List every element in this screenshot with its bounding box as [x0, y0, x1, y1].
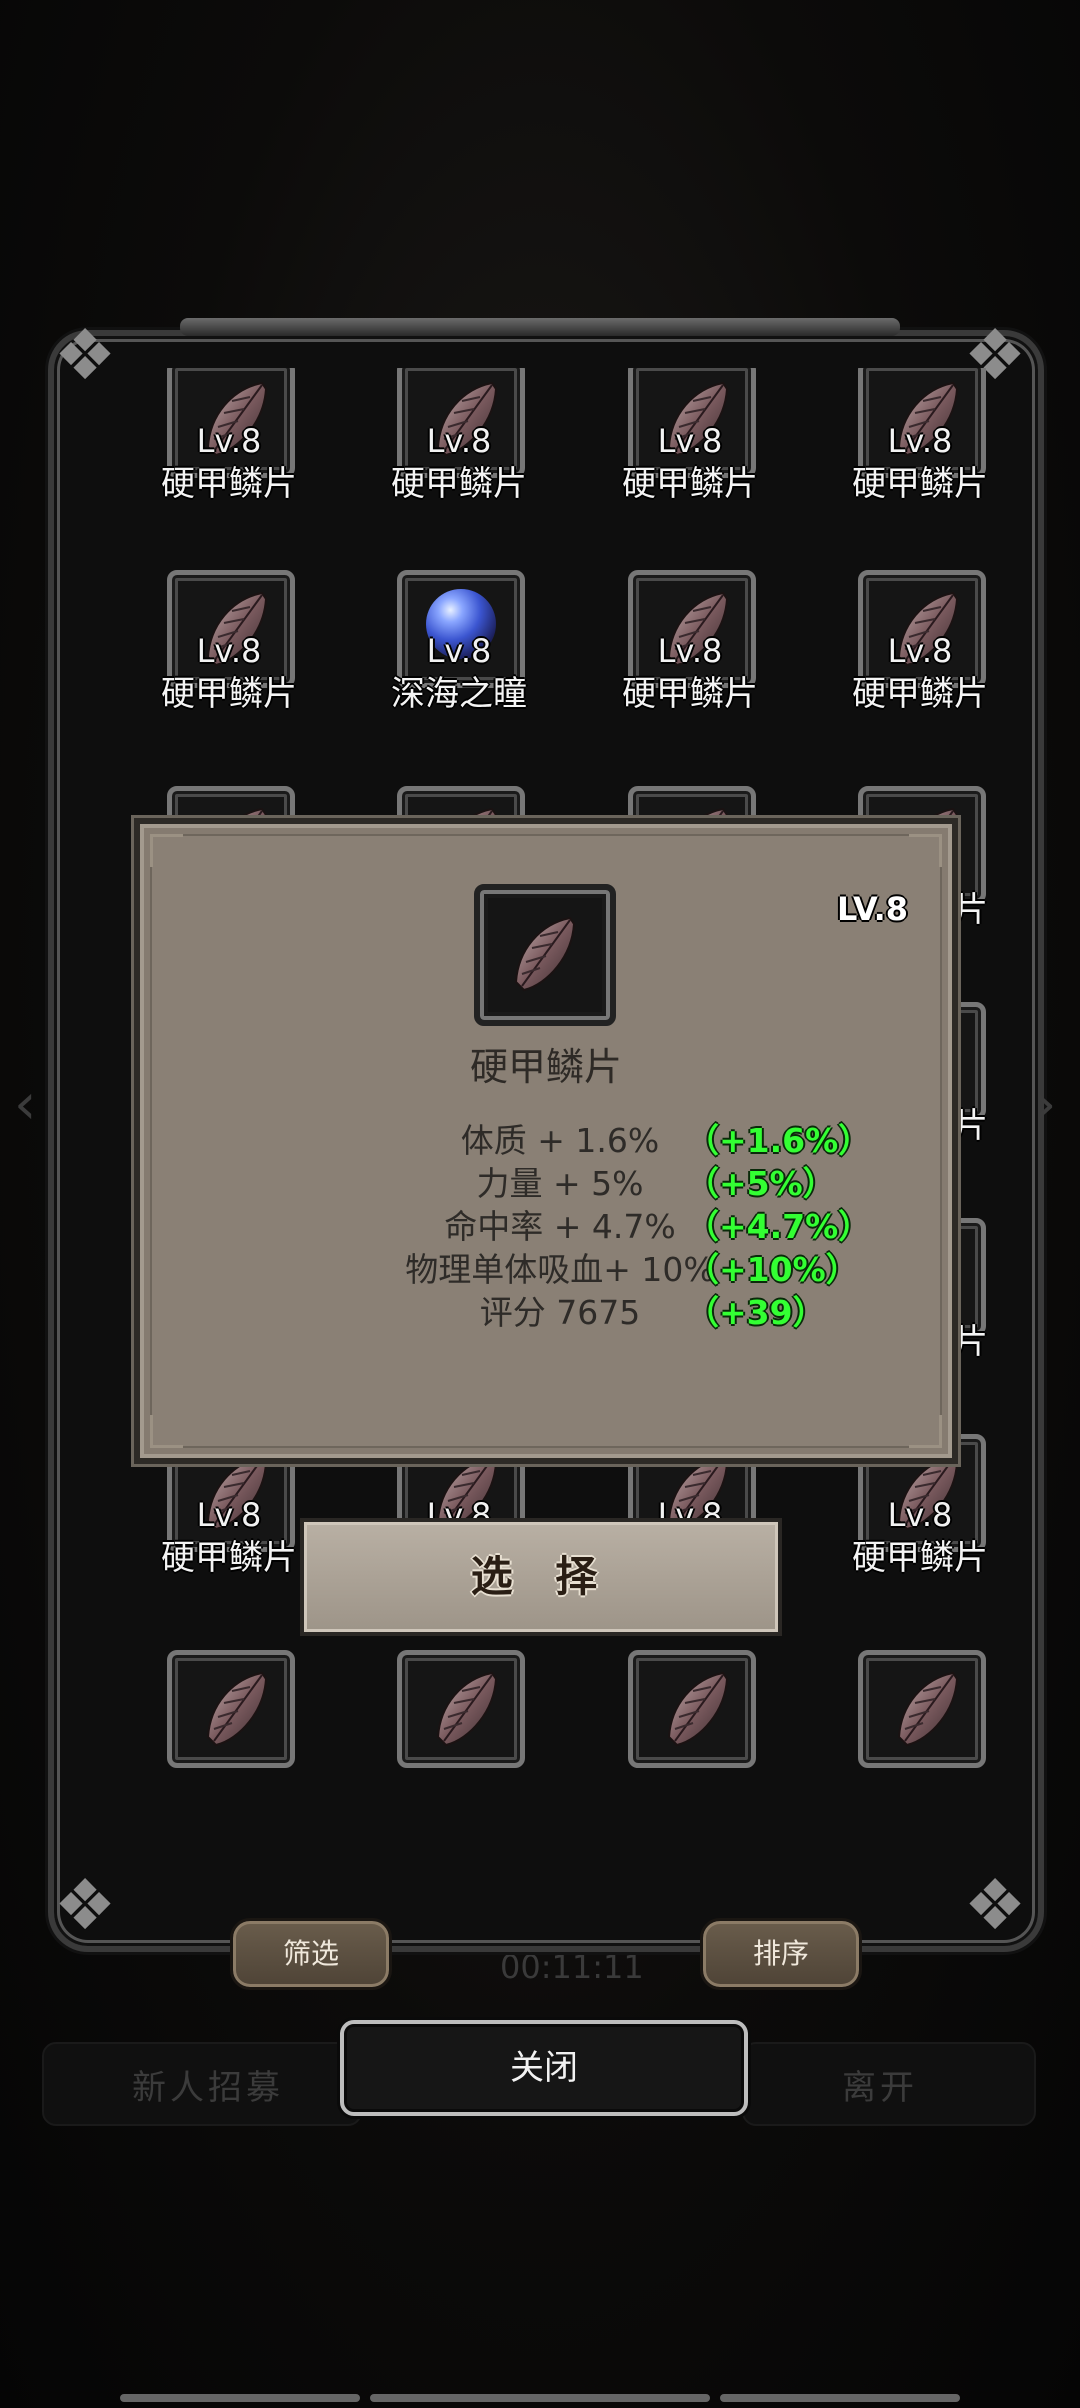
item-slot — [628, 1650, 756, 1768]
popup-item-slot — [474, 884, 616, 1026]
timer-text: 00:11:11 — [500, 1948, 644, 1986]
nav-indicator — [370, 2394, 710, 2402]
item-detail-popup: LV.8 硬甲鳞片 体质 + 1.6% （+1.6%） 力量 + 5% （+5%） 命中… — [134, 818, 958, 1464]
item-level: Lv.8 — [657, 422, 723, 460]
stat-label: 命中率 + 4.7% — [444, 1207, 676, 1246]
stat-row: 评分 7675 （+39） — [140, 1286, 952, 1332]
nav-indicator — [120, 2394, 360, 2402]
stat-row: 力量 + 5% （+5%） — [140, 1157, 952, 1203]
scale-icon — [436, 1671, 498, 1747]
inventory-item[interactable] — [359, 1650, 559, 1800]
item-name: 深海之瞳 — [391, 674, 527, 714]
scale-icon — [206, 1671, 268, 1747]
stat-label: 力量 + 5% — [476, 1164, 644, 1203]
inventory-item[interactable]: Lv.8 硬甲鳞片 — [359, 368, 559, 510]
inventory-item[interactable]: Lv.8 硬甲鳞片 — [129, 570, 329, 720]
stat-row: 物理单体吸血+ 10% （+10%） — [140, 1243, 952, 1289]
popup-corner-ornament — [150, 1415, 183, 1448]
leave-tab-label: 离开 — [842, 2068, 918, 2108]
recruit-tab-label: 新人招募 — [132, 2068, 284, 2108]
inventory-item[interactable] — [820, 1650, 1016, 1800]
inventory-item[interactable]: Lv.8 硬甲鳞片 — [590, 570, 790, 720]
item-level: Lv.8 — [657, 632, 723, 670]
inventory-item[interactable]: Lv.8 深海之瞳 — [359, 570, 559, 720]
stat-bonus: （+10%） — [686, 1250, 859, 1289]
stat-label: 物理单体吸血+ 10% — [405, 1250, 715, 1289]
scale-icon — [897, 1671, 959, 1747]
item-name: 硬甲鳞片 — [622, 464, 758, 504]
stat-bonus: （+39） — [686, 1293, 826, 1332]
stat-row: 命中率 + 4.7% （+4.7%） — [140, 1200, 952, 1246]
inventory-item[interactable]: Lv.8 硬甲鳞片 — [129, 368, 329, 510]
stat-bonus: （+1.6%） — [686, 1121, 872, 1160]
item-slot — [167, 1650, 295, 1768]
stat-bonus: （+5%） — [686, 1164, 836, 1203]
popup-item-name: 硬甲鳞片 — [469, 1045, 622, 1089]
inventory-item[interactable]: Lv.8 硬甲鳞片 — [590, 368, 790, 510]
item-name: 硬甲鳞片 — [852, 674, 988, 714]
inventory-item[interactable]: Lv.8 硬甲鳞片 — [820, 368, 1016, 510]
scale-icon — [667, 1671, 729, 1747]
close-button[interactable]: 关闭 — [340, 2020, 748, 2116]
item-level: Lv.8 — [887, 632, 953, 670]
popup-corner-ornament — [150, 834, 183, 867]
stat-row: 体质 + 1.6% （+1.6%） — [140, 1114, 952, 1160]
item-slot — [858, 1650, 986, 1768]
select-button-label: 选 择 — [470, 1552, 612, 1601]
item-level: Lv.8 — [196, 632, 262, 670]
item-level: Lv.8 — [426, 422, 492, 460]
item-level: Lv.8 — [426, 632, 492, 670]
inventory-item[interactable] — [129, 1650, 329, 1800]
chevron-right-icon[interactable]: › — [1034, 1075, 1074, 1135]
item-slot — [397, 1650, 525, 1768]
item-level: Lv.8 — [196, 422, 262, 460]
stat-label: 体质 + 1.6% — [460, 1121, 660, 1160]
item-name: 硬甲鳞片 — [852, 1538, 988, 1578]
item-level: Lv.8 — [887, 1496, 953, 1534]
inventory-item[interactable] — [590, 1650, 790, 1800]
inventory-item[interactable]: Lv.8 硬甲鳞片 — [820, 570, 1016, 720]
scale-icon — [514, 916, 576, 992]
item-name: 硬甲鳞片 — [852, 464, 988, 504]
item-level: Lv.8 — [196, 1496, 262, 1534]
sort-button[interactable]: 排序 — [700, 1918, 862, 1990]
item-name: 硬甲鳞片 — [161, 464, 297, 504]
item-level: Lv.8 — [887, 422, 953, 460]
stat-bonus: （+4.7%） — [686, 1207, 872, 1246]
item-name: 硬甲鳞片 — [161, 674, 297, 714]
stat-label: 评分 7675 — [479, 1293, 641, 1332]
chevron-left-icon[interactable]: ‹ — [14, 1075, 54, 1135]
item-name: 硬甲鳞片 — [391, 464, 527, 504]
select-button[interactable]: 选 择 — [300, 1518, 782, 1636]
popup-level: LV.8 — [836, 890, 908, 928]
popup-corner-ornament — [909, 834, 942, 867]
nav-indicator — [720, 2394, 960, 2402]
popup-corner-ornament — [909, 1415, 942, 1448]
filter-button[interactable]: 筛选 — [230, 1918, 392, 1990]
item-name: 硬甲鳞片 — [622, 674, 758, 714]
frame-top-ornament — [180, 318, 900, 336]
